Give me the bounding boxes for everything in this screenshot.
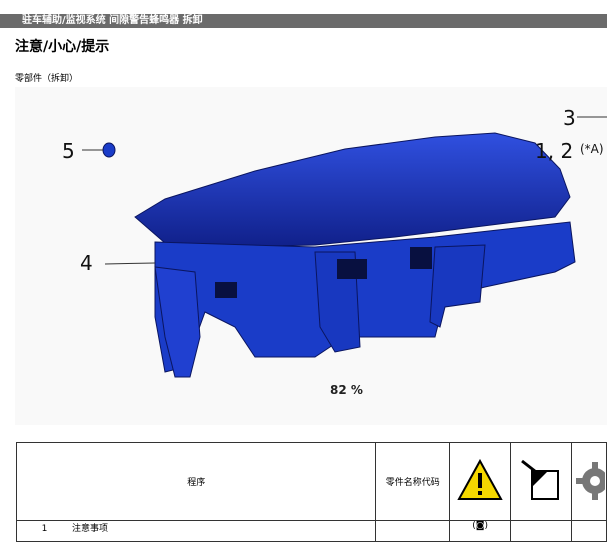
- row-gear: [570, 520, 607, 542]
- callout-5: 5: [62, 139, 75, 163]
- table-row: 1 注意事项 (◙): [15, 520, 607, 542]
- breadcrumb: 驻车辅助/监视系统 间隙警告蜂鸣器 拆卸: [22, 15, 203, 26]
- row-tool: [510, 520, 572, 542]
- zoom-level: 82 %: [330, 383, 363, 397]
- row-procedure: 1 注意事项: [15, 520, 377, 542]
- instrument-panel-drawing: [82, 116, 607, 378]
- parts-illustration: 5 4 3 1, 2 (*A) 82 %: [15, 87, 607, 425]
- header-warning: [449, 442, 512, 521]
- page-title: 注意/小心/提示: [15, 39, 110, 55]
- leader-line-4: [104, 262, 156, 265]
- header-part-code: 零件名称代码: [375, 442, 451, 521]
- vent-opening: [215, 282, 237, 298]
- gear-icon: [575, 462, 606, 500]
- clearance-buzzer: [102, 142, 116, 158]
- callout-1-2: 1, 2: [535, 139, 574, 163]
- table-header-row: 程序 零件名称代码: [15, 442, 607, 521]
- row-procedure-text: 注意事项: [72, 524, 109, 534]
- header-gear: [570, 442, 607, 521]
- row-number: 1: [41, 524, 48, 534]
- section-label: 零部件（拆卸）: [15, 74, 79, 84]
- warning-triangle-icon: [457, 458, 503, 500]
- procedure-table: 程序 零件名称代码 1 注意事项 (◙): [15, 442, 607, 542]
- breadcrumb-bar: 驻车辅助/监视系统 间隙警告蜂鸣器 拆卸: [0, 14, 607, 28]
- header-tool: [510, 442, 572, 521]
- row-note: (◙): [449, 520, 512, 542]
- vent-opening: [337, 259, 367, 279]
- right-bracket: [429, 244, 486, 328]
- callout-3: 3: [563, 106, 576, 130]
- callout-note-a: (*A): [580, 142, 604, 156]
- header-procedure: 程序: [15, 442, 377, 521]
- callout-4: 4: [80, 251, 93, 275]
- row-part-code: [375, 520, 451, 542]
- vent-opening: [410, 247, 432, 269]
- tool-icon: [521, 459, 560, 500]
